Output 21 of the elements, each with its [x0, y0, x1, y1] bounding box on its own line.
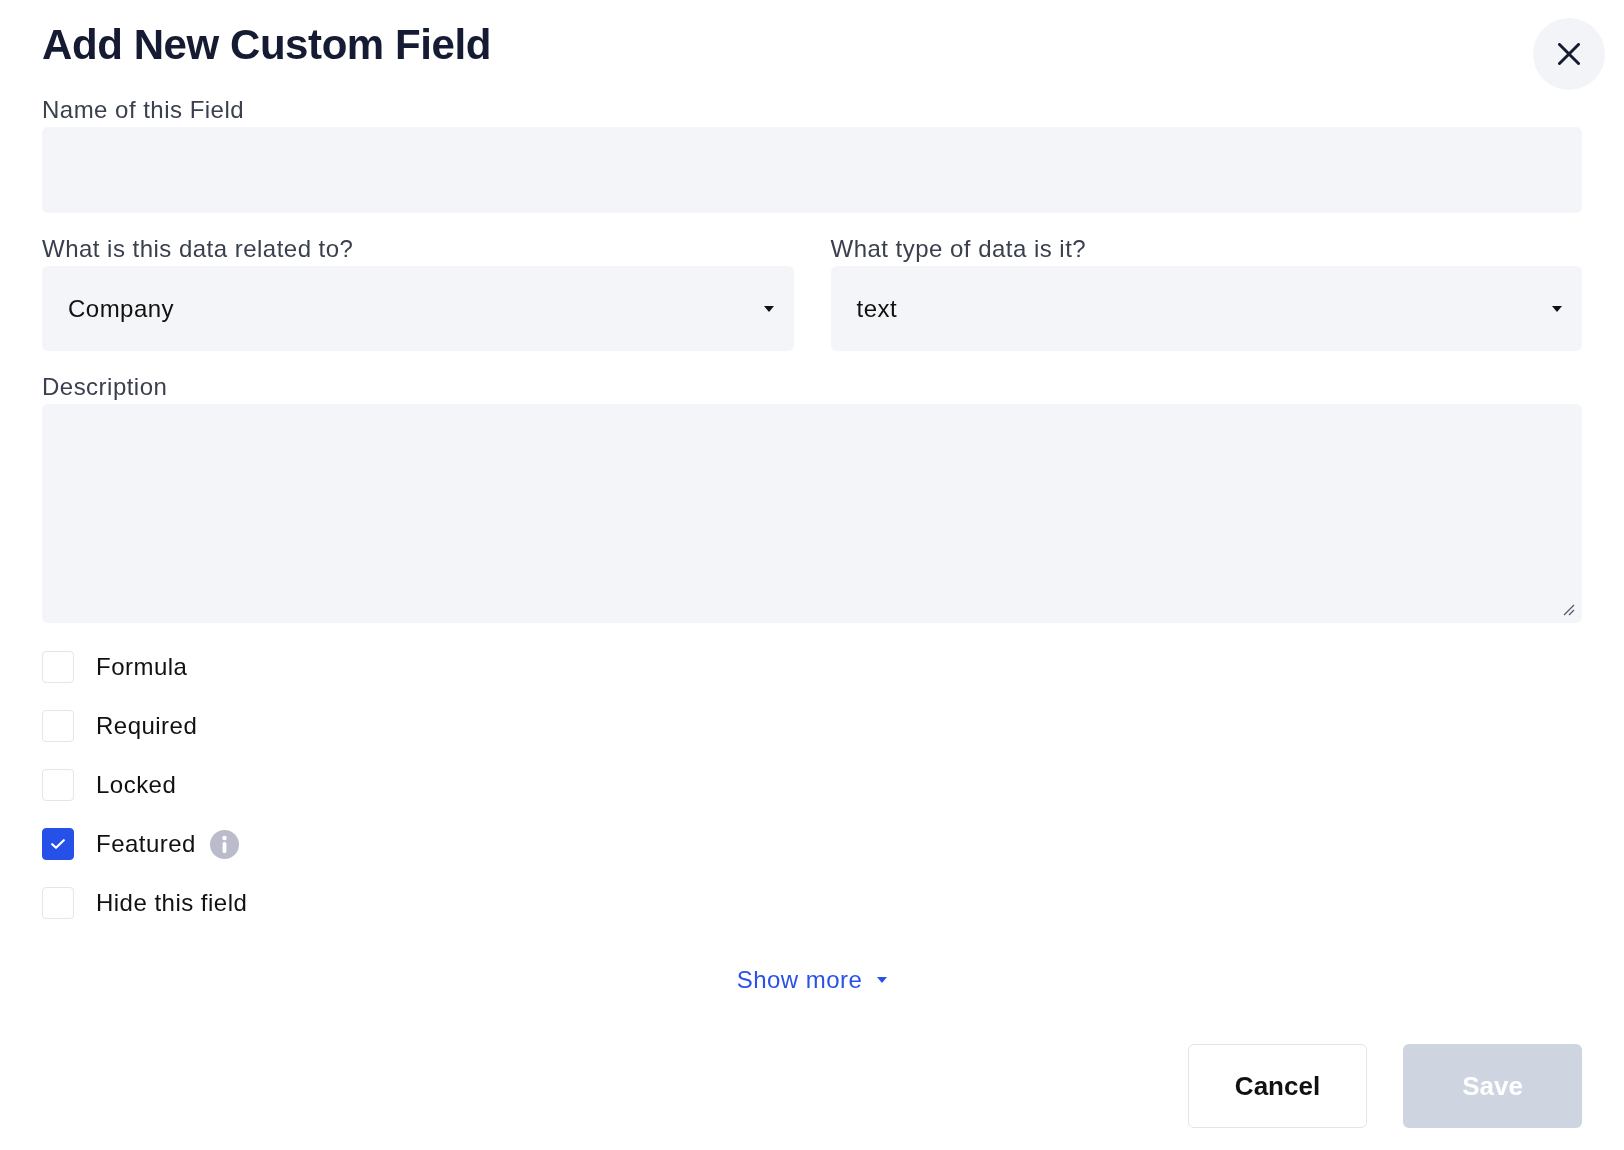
checkbox-label: Required: [96, 711, 198, 741]
checkbox-label: Formula: [96, 652, 188, 682]
field-label: Name of this Field: [42, 96, 245, 124]
caret-icon: [763, 305, 774, 312]
info-icon[interactable]: [209, 829, 239, 859]
dialog-title: Add New Custom Field: [42, 24, 491, 66]
dropdown-field[interactable]: text: [830, 266, 1582, 351]
resize-handle-icon[interactable]: [1563, 604, 1575, 616]
checkbox[interactable]: [42, 828, 74, 860]
caret-icon: [1552, 305, 1562, 312]
close-icon: [1558, 43, 1580, 65]
field-label: Description: [42, 373, 168, 401]
dropdown-field[interactable]: Company: [42, 266, 794, 351]
checkbox-label: Hide this field: [96, 888, 248, 918]
checkmark-icon: [51, 839, 65, 849]
field-label: What type of data is it?: [830, 235, 1087, 263]
field-label: What is this data related to?: [42, 235, 354, 263]
cancel-button[interactable]: Cancel: [1188, 1044, 1367, 1128]
show-more-link[interactable]: Show more: [736, 964, 888, 996]
checkbox-label: Locked: [96, 770, 177, 800]
checkbox-label: Featured: [96, 829, 196, 859]
